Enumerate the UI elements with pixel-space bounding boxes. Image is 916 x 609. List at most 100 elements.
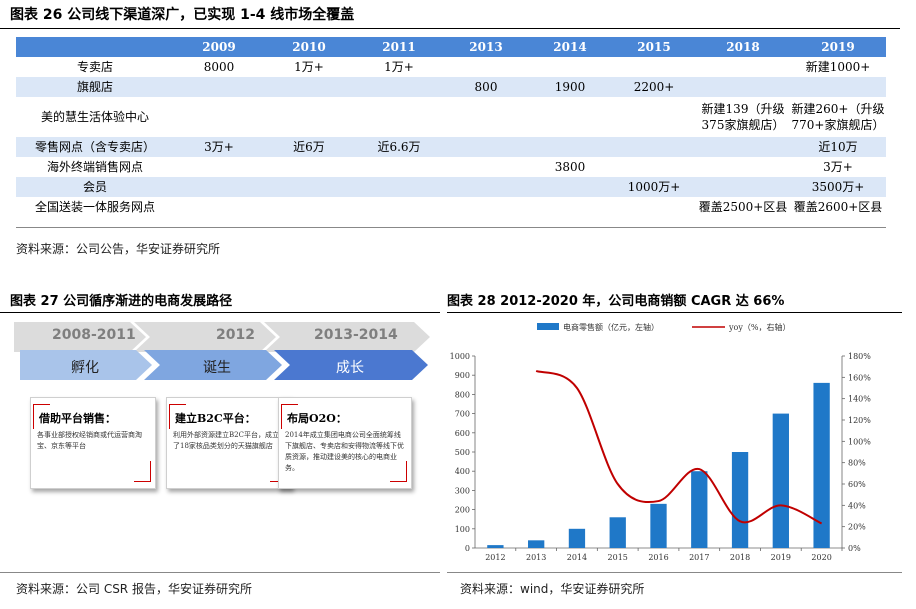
- stage-label-3: 成长: [336, 360, 364, 376]
- y-tick-label: 500: [455, 448, 470, 457]
- table-cell: [264, 197, 354, 217]
- y2-tick-label: 100%: [848, 437, 871, 446]
- card-bracket: [134, 461, 151, 482]
- x-tick-label: 2013: [526, 553, 546, 562]
- table-cell: 3万+: [174, 137, 264, 157]
- x-tick-label: 2014: [567, 553, 587, 562]
- table-row-label: 美的慧生活体验中心: [40, 110, 149, 124]
- stage-year-2: 2012: [216, 327, 255, 343]
- table-row-label: 全国送装一体服务网点: [34, 200, 155, 214]
- table-row: 会员 1000万+ 3500万+: [16, 177, 886, 197]
- bar: [772, 413, 789, 548]
- table-cell: [528, 197, 612, 217]
- table-row-label: 零售网点（含专卖店）: [16, 137, 174, 157]
- chart-source: 资料来源：wind，华安证券研究所: [460, 582, 645, 596]
- table-bottom-rule: [16, 227, 886, 228]
- table-cell: [696, 77, 790, 97]
- bar: [609, 517, 626, 548]
- y-tick-label: 700: [455, 410, 470, 419]
- x-tick-label: 2019: [771, 553, 791, 562]
- table-cell: 1万+: [384, 60, 414, 74]
- stage-label-2: 诞生: [203, 360, 231, 376]
- bar: [731, 452, 749, 548]
- table-header-year: 2014: [528, 37, 612, 57]
- stage-arrow-3: 成长: [280, 352, 420, 380]
- table-cell: [264, 157, 354, 177]
- table-row: 全国送装一体服务网点 覆盖2500+区县 覆盖2600+区县: [16, 197, 886, 217]
- table-cell: 覆盖2500+区县: [698, 200, 788, 214]
- table-row: 旗舰店 800 1900 2200+: [16, 77, 886, 97]
- table-cell: 1万+: [294, 60, 324, 74]
- table-header-row: 2009 2010 2011 2013 2014 2015 2018 2019: [16, 37, 886, 57]
- table-row: 零售网点（含专卖店） 3万+ 近6万 近6.6万 近10万: [16, 137, 886, 157]
- bar: [568, 528, 586, 548]
- y2-tick-label: 0%: [848, 544, 861, 553]
- table-cell: 新建260+（升级770+家旗舰店）: [791, 102, 885, 132]
- legend-bar-swatch: [537, 323, 559, 330]
- table-cell: [444, 57, 528, 77]
- path-title-rule: [0, 312, 440, 313]
- y-tick-label: 1000: [450, 352, 470, 361]
- table-cell: [528, 57, 612, 77]
- table-cell: [354, 177, 444, 197]
- table-cell: 近10万: [790, 137, 886, 157]
- table-header-year: 2010: [264, 37, 354, 57]
- stage-year-3: 2013-2014: [314, 327, 398, 343]
- table-cell: [612, 197, 696, 217]
- y2-tick-label: 140%: [848, 395, 871, 404]
- table-cell: [354, 97, 444, 137]
- table-cell: [174, 177, 264, 197]
- y-tick-label: 800: [455, 390, 470, 399]
- table-cell: [612, 97, 696, 137]
- table-cell: [444, 137, 528, 157]
- y2-tick-label: 40%: [848, 501, 866, 510]
- y-tick-label: 400: [455, 467, 470, 476]
- bar: [487, 545, 504, 548]
- table-source: 资料来源：公司公告，华安证券研究所: [16, 242, 221, 256]
- table-cell: [696, 177, 790, 197]
- y2-tick-label: 60%: [848, 480, 866, 489]
- table-cell: [696, 137, 790, 157]
- table-cell: 近6.6万: [354, 137, 444, 157]
- y-tick-label: 0: [465, 544, 470, 553]
- table-cell: [612, 57, 696, 77]
- table-header-year: 2013: [444, 37, 528, 57]
- y2-tick-label: 80%: [848, 459, 866, 468]
- stage-label-1: 孵化: [71, 360, 99, 376]
- card-body: 利用外部资源建立B2C平台，成立了18家核品类划分的天猫旗舰店: [173, 431, 279, 450]
- table-cell: 新建1000+: [805, 60, 871, 74]
- table-cell: [174, 197, 264, 217]
- table-cell: 2200+: [612, 77, 696, 97]
- y2-tick-label: 160%: [848, 373, 871, 382]
- x-tick-label: 2017: [689, 553, 709, 562]
- table-cell: [790, 77, 886, 97]
- stage-arrow-2: 诞生: [152, 352, 282, 380]
- table-cell: 3万+: [823, 160, 853, 174]
- y2-tick-label: 20%: [848, 523, 866, 532]
- y2-tick-label: 180%: [848, 352, 871, 361]
- chart-title: 图表 28 2012-2020 年，公司电商销额 CAGR 达 66%: [447, 294, 785, 309]
- table-row: 美的慧生活体验中心 新建139（升级375家旗舰店） 新建260+（升级770+家旗…: [16, 97, 886, 137]
- table-cell: 3800: [554, 160, 586, 174]
- y-tick-label: 600: [455, 429, 470, 438]
- table-cell: 800: [444, 77, 528, 97]
- table-cell: [612, 157, 696, 177]
- table-cell: [612, 137, 696, 157]
- sales-chart: 电商零售额（亿元，左轴） yoy（%，右轴） 0 100 200 300 400 500 600…: [450, 322, 872, 562]
- table-cell: 1000万+: [612, 177, 696, 197]
- table-cell: [696, 157, 790, 177]
- y-tick-label: 200: [455, 506, 470, 515]
- table-cell: [444, 197, 528, 217]
- table-cell: [528, 177, 612, 197]
- table-cell: [174, 97, 264, 137]
- y2-tick-label: 120%: [848, 416, 871, 425]
- stage-card-2: 建立B2C平台： 利用外部资源建立B2C平台，成立了18家核品类划分的天猫旗舰店: [166, 397, 292, 489]
- stage-arrow-1: 孵化: [20, 352, 150, 380]
- table-cell: [264, 177, 354, 197]
- table-cell: [444, 177, 528, 197]
- table-cell: [444, 97, 528, 137]
- bar: [691, 471, 708, 548]
- stage-year-1: 2008-2011: [52, 327, 136, 343]
- y-tick-label: 900: [455, 371, 470, 380]
- table-header-year: 2019: [790, 37, 886, 57]
